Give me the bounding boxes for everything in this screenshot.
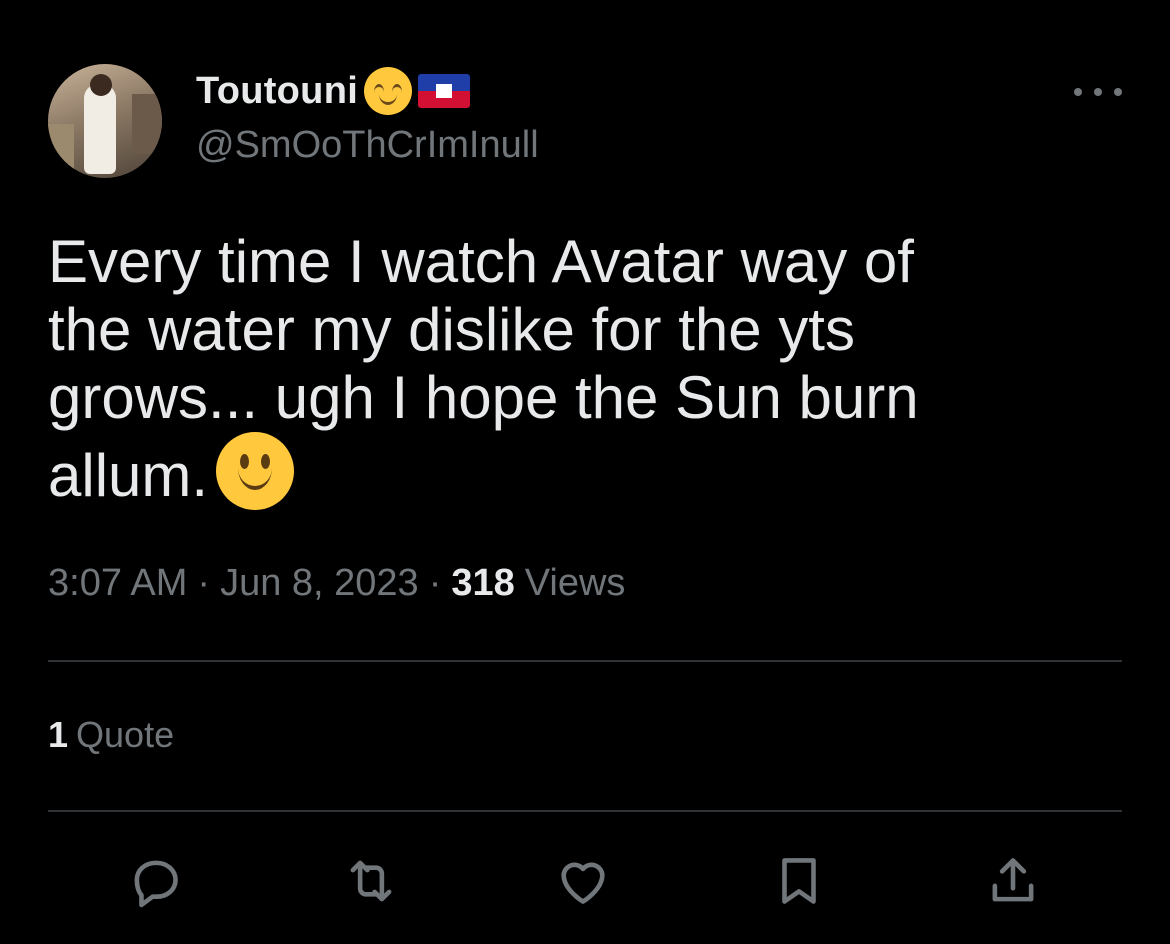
quotes-label: Quote	[76, 714, 175, 755]
tweet-date[interactable]: Jun 8, 2023	[220, 562, 419, 605]
haiti-flag-icon	[418, 74, 471, 108]
retweet-icon[interactable]	[340, 850, 402, 912]
action-bar	[0, 850, 1170, 912]
tweet-metadata: 3:07 AM · Jun 8, 2023 · 318 Views	[48, 562, 625, 605]
display-name[interactable]: Toutouni	[196, 70, 358, 113]
user-handle[interactable]: @SmOoThCrImInull	[196, 124, 539, 167]
more-options-icon[interactable]	[1074, 84, 1122, 100]
tweet-time[interactable]: 3:07 AM	[48, 562, 187, 605]
tweet-text: Every time I watch Avatar way of the wat…	[48, 228, 919, 509]
like-icon[interactable]	[552, 850, 614, 912]
bookmark-icon[interactable]	[768, 850, 830, 912]
divider	[48, 660, 1122, 662]
slightly-smiling-face-emoji-icon	[216, 432, 295, 510]
quotes-stat[interactable]: 1 Quote	[48, 714, 174, 756]
divider	[48, 810, 1122, 812]
avatar[interactable]	[48, 64, 162, 178]
avatar-background	[48, 124, 74, 178]
display-name-row[interactable]: Toutouni	[196, 66, 471, 116]
avatar-head	[90, 74, 112, 96]
avatar-figure	[84, 84, 116, 174]
share-icon[interactable]	[982, 850, 1044, 912]
reply-icon[interactable]	[124, 850, 186, 912]
separator: ·	[428, 562, 442, 604]
relieved-face-emoji-icon	[364, 67, 413, 115]
avatar-background	[132, 94, 162, 154]
tweet-body: Every time I watch Avatar way of the wat…	[48, 228, 1128, 510]
quotes-count: 1	[48, 714, 69, 755]
views-label[interactable]: Views	[525, 562, 626, 605]
separator: ·	[197, 562, 211, 604]
views-count[interactable]: 318	[451, 562, 514, 605]
